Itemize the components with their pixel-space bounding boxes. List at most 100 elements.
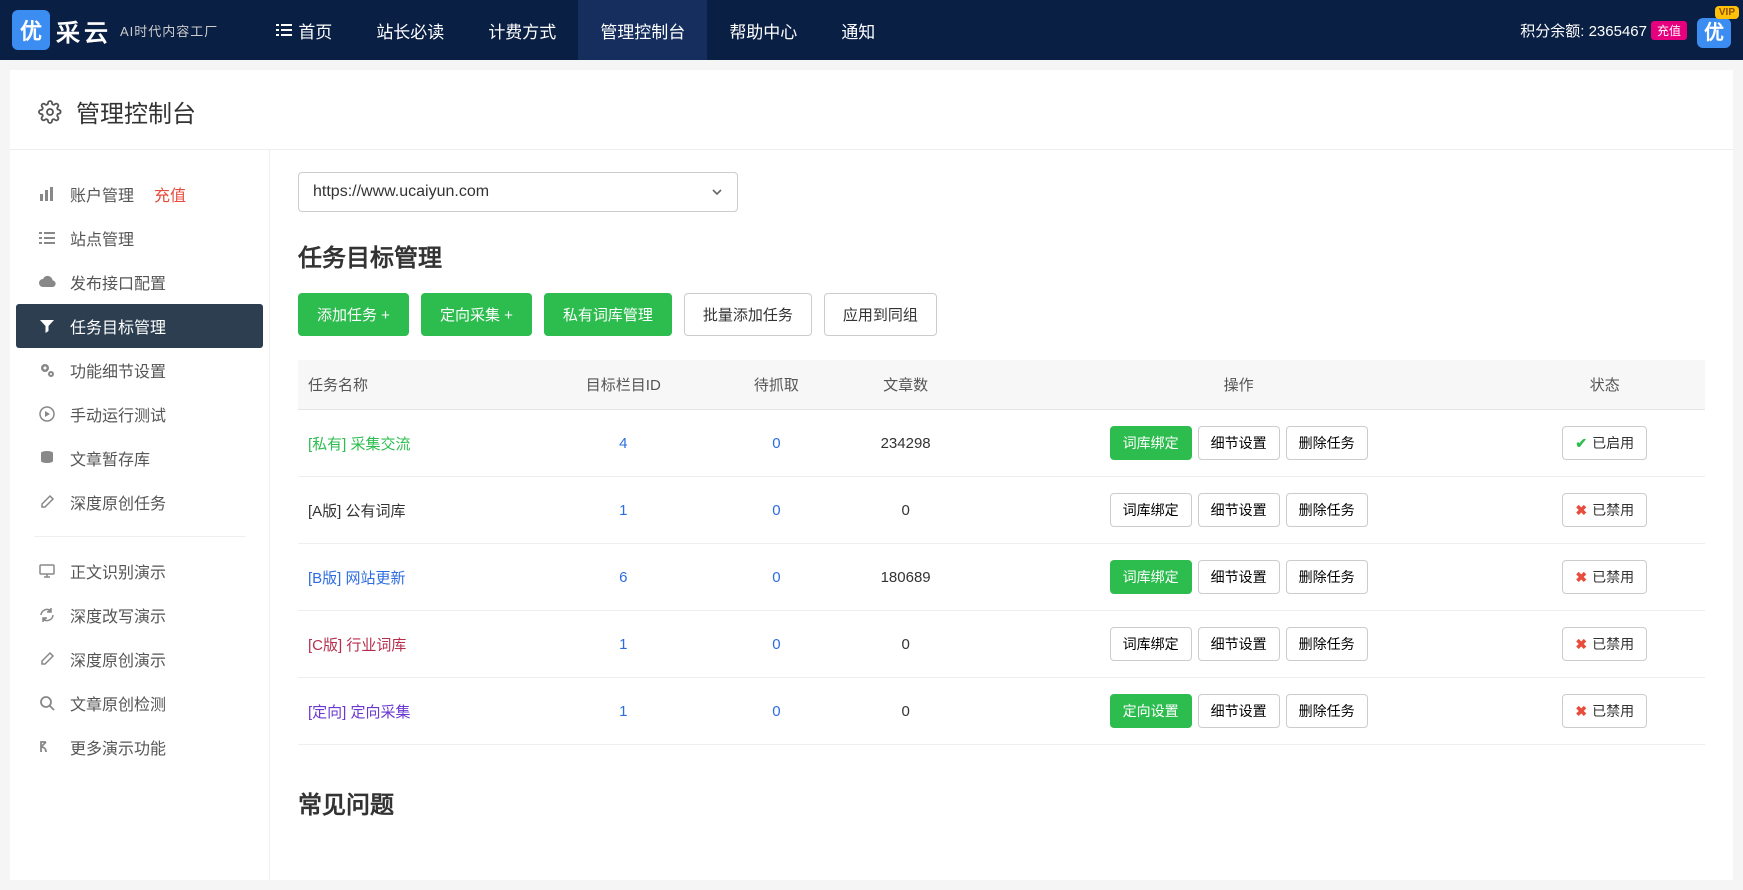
directed-collect-button[interactable]: 定向采集 +	[421, 293, 532, 336]
status-pill[interactable]: ✔已启用	[1562, 426, 1647, 460]
col-column-id: 目标栏目ID	[532, 360, 714, 410]
close-icon: ✖	[1575, 703, 1587, 720]
cloud-icon	[38, 274, 56, 290]
sidebar-item-label: 文章原创检测	[70, 691, 166, 715]
detail-settings-button[interactable]: 细节设置	[1198, 694, 1280, 728]
sidebar-item[interactable]: 账户管理充值	[16, 172, 263, 216]
status-pill[interactable]: ✖已禁用	[1562, 694, 1647, 728]
sidebar-item[interactable]: 功能细节设置	[16, 348, 263, 392]
nav-item-4[interactable]: 帮助中心	[707, 0, 819, 60]
col-status: 状态	[1505, 360, 1705, 410]
faq-title: 常见问题	[298, 785, 1705, 820]
task-name[interactable]: [私有] 采集交流	[308, 436, 411, 453]
sidebar-item-label: 手动运行测试	[70, 402, 166, 426]
close-icon: ✖	[1575, 502, 1587, 519]
article-count: 0	[839, 477, 973, 544]
table-row: [A版] 公有词库 1 0 0 词库绑定细节设置删除任务 ✖ 已禁用	[298, 477, 1705, 544]
col-articles: 文章数	[839, 360, 973, 410]
pending-count[interactable]: 0	[772, 569, 780, 586]
bind-library-button[interactable]: 词库绑定	[1110, 560, 1192, 594]
site-select-value: https://www.ucaiyun.com	[313, 183, 489, 201]
detail-settings-button[interactable]: 细节设置	[1198, 426, 1280, 460]
status-text: 已禁用	[1592, 567, 1634, 587]
pending-count[interactable]: 0	[772, 435, 780, 452]
status-pill[interactable]: ✖已禁用	[1562, 560, 1647, 594]
batch-add-button[interactable]: 批量添加任务	[684, 293, 812, 336]
bind-library-button[interactable]: 词库绑定	[1110, 426, 1192, 460]
delete-task-button[interactable]: 删除任务	[1286, 627, 1368, 661]
col-actions: 操作	[973, 360, 1505, 410]
sidebar-item-label: 文章暂存库	[70, 446, 150, 470]
delete-task-button[interactable]: 删除任务	[1286, 493, 1368, 527]
add-task-button[interactable]: 添加任务 +	[298, 293, 409, 336]
sidebar-item[interactable]: 深度原创任务	[16, 480, 263, 524]
sidebar-item[interactable]: 深度改写演示	[16, 593, 263, 637]
status-text: 已禁用	[1592, 500, 1634, 520]
sidebar-item[interactable]: 文章原创检测	[16, 681, 263, 725]
recharge-tag[interactable]: 充值	[154, 182, 186, 206]
col-pending: 待抓取	[714, 360, 838, 410]
pending-count[interactable]: 0	[772, 636, 780, 653]
nav-item-5[interactable]: 通知	[819, 0, 897, 60]
sidebar-item[interactable]: 正文识别演示	[16, 549, 263, 593]
article-count: 234298	[839, 410, 973, 477]
sidebar-item-label: 深度原创任务	[70, 490, 166, 514]
nav-items: 首页站长必读计费方式管理控制台帮助中心通知	[254, 0, 897, 60]
column-id-link[interactable]: 1	[619, 502, 627, 519]
sidebar-item[interactable]: 手动运行测试	[16, 392, 263, 436]
status-pill[interactable]: ✖已禁用	[1562, 627, 1647, 661]
bind-library-button[interactable]: 词库绑定	[1110, 627, 1192, 661]
monitor-icon	[38, 563, 56, 579]
apply-to-group-button[interactable]: 应用到同组	[824, 293, 937, 336]
sidebar-item[interactable]: 站点管理	[16, 216, 263, 260]
points-value: 2365467	[1589, 23, 1647, 40]
delete-task-button[interactable]: 删除任务	[1286, 560, 1368, 594]
logo-text[interactable]: 采云	[56, 13, 112, 48]
status-pill[interactable]: ✖ 已禁用	[1562, 493, 1647, 527]
sidebar-item[interactable]: 更多演示功能	[16, 725, 263, 769]
pending-count[interactable]: 0	[772, 703, 780, 720]
task-name[interactable]: [A版] 公有词库	[308, 503, 406, 520]
top-nav: 优 采云 AI时代内容工厂 首页站长必读计费方式管理控制台帮助中心通知 积分余额…	[0, 0, 1743, 60]
nav-item-3[interactable]: 管理控制台	[578, 0, 707, 60]
user-avatar[interactable]: VIP 优	[1697, 16, 1731, 45]
sidebar-item[interactable]: 任务目标管理	[16, 304, 263, 348]
delete-task-button[interactable]: 删除任务	[1286, 426, 1368, 460]
nav-item-1[interactable]: 站长必读	[354, 0, 466, 60]
action-group: 词库绑定细节设置删除任务	[983, 627, 1495, 661]
task-name[interactable]: [C版] 行业词库	[308, 637, 406, 654]
recharge-pill[interactable]: 充值	[1651, 21, 1687, 40]
table-row: [C版] 行业词库100词库绑定细节设置删除任务✖已禁用	[298, 611, 1705, 678]
private-library-button[interactable]: 私有词库管理	[544, 293, 672, 336]
nav-item-0[interactable]: 首页	[254, 0, 354, 60]
logo-badge[interactable]: 优	[12, 10, 50, 50]
directed-settings-button[interactable]: 定向设置	[1110, 694, 1192, 728]
sidebar-item[interactable]: 文章暂存库	[16, 436, 263, 480]
task-name[interactable]: [B版] 网站更新	[308, 570, 406, 587]
page-title: 管理控制台	[76, 94, 196, 129]
article-count: 0	[839, 678, 973, 745]
nav-item-label: 帮助中心	[729, 18, 797, 43]
page-header: 管理控制台	[10, 70, 1733, 150]
sidebar-item[interactable]: 深度原创演示	[16, 637, 263, 681]
site-select[interactable]: https://www.ucaiyun.com	[298, 172, 738, 212]
detail-settings-button[interactable]: 细节设置	[1198, 560, 1280, 594]
share-icon	[38, 739, 56, 755]
delete-task-button[interactable]: 删除任务	[1286, 694, 1368, 728]
pending-count[interactable]: 0	[772, 502, 780, 519]
sidebar-item-label: 深度原创演示	[70, 647, 166, 671]
detail-settings-button[interactable]: 细节设置	[1198, 627, 1280, 661]
nav-item-2[interactable]: 计费方式	[466, 0, 578, 60]
column-id-link[interactable]: 4	[619, 435, 627, 452]
chart-icon	[38, 186, 56, 202]
detail-settings-button[interactable]: 细节设置	[1198, 493, 1280, 527]
task-table-body: [私有] 采集交流40234298词库绑定细节设置删除任务✔已启用[A版] 公有…	[298, 410, 1705, 745]
sidebar-item-label: 深度改写演示	[70, 603, 166, 627]
column-id-link[interactable]: 1	[619, 703, 627, 720]
bind-library-button[interactable]: 词库绑定	[1110, 493, 1192, 527]
task-name[interactable]: [定向] 定向采集	[308, 704, 411, 721]
column-id-link[interactable]: 1	[619, 636, 627, 653]
sidebar-item[interactable]: 发布接口配置	[16, 260, 263, 304]
column-id-link[interactable]: 6	[619, 569, 627, 586]
col-task-name: 任务名称	[298, 360, 532, 410]
